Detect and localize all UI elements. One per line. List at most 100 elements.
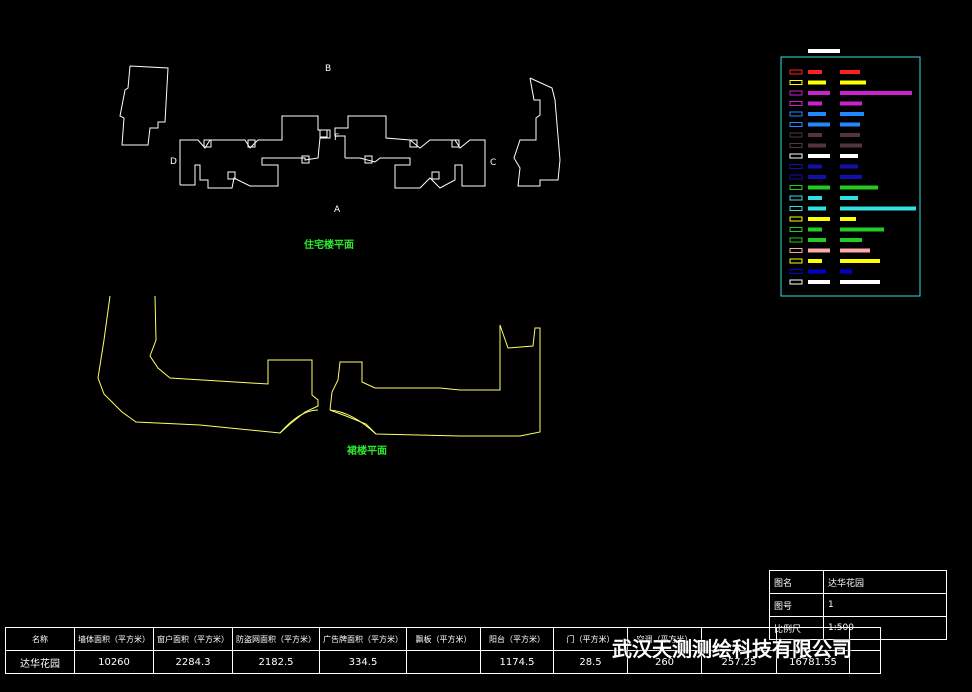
- legend-swatch: [789, 185, 803, 190]
- legend-bar: [840, 248, 870, 253]
- legend-bar: [808, 238, 826, 242]
- legend-bar: [840, 217, 856, 221]
- legend-bar: [808, 122, 830, 127]
- table-value-cell: 2182.5: [232, 650, 320, 674]
- podium-plan-right: [329, 324, 541, 437]
- legend-bar: [840, 91, 912, 95]
- legend-bar: [808, 143, 826, 148]
- legend-bar: [840, 70, 860, 74]
- table-value-cell: 2284.3: [153, 650, 233, 674]
- label-f: F: [334, 133, 340, 143]
- title-key: 图号: [769, 593, 824, 617]
- legend-bar: [808, 206, 826, 211]
- legend-bar: [808, 91, 830, 95]
- legend-bar: [808, 280, 830, 284]
- legend-swatch: [789, 279, 803, 285]
- legend-bar: [808, 185, 830, 190]
- legend-bar: [840, 206, 916, 211]
- legend-swatch: [789, 227, 803, 232]
- legend-bar: [840, 175, 862, 179]
- legend-bar: [840, 154, 858, 158]
- left-building-outline: [119, 65, 169, 146]
- legend-bar: [808, 133, 822, 137]
- table-header-cell: 阳台（平方米）: [480, 627, 554, 651]
- legend-bar: [808, 175, 826, 179]
- legend-bar: [808, 196, 822, 200]
- legend-swatch: [789, 248, 803, 253]
- right-building-outline: [513, 77, 561, 187]
- label-b: B: [325, 64, 332, 74]
- legend-bar: [840, 238, 862, 242]
- residential-plan-details: [203, 129, 460, 180]
- legend-swatch: [789, 237, 803, 243]
- legend-swatch: [789, 269, 803, 274]
- legend-swatch: [789, 132, 803, 138]
- legend-bar: [840, 143, 862, 148]
- title-value: 达华花园: [823, 570, 947, 594]
- legend-bar: [808, 269, 826, 274]
- legend-bar: [840, 259, 880, 263]
- table-header-cell: 窗户面积（平方米）: [153, 627, 233, 651]
- title-value: 1: [823, 593, 947, 617]
- table-header-cell: 墙体面积（平方米）: [74, 627, 154, 651]
- legend-swatch: [789, 206, 803, 211]
- legend-header-bar: [808, 49, 840, 53]
- legend-bar: [840, 122, 860, 127]
- legend-bar: [840, 185, 878, 190]
- legend-swatch: [789, 258, 803, 264]
- legend-bar: [840, 101, 862, 106]
- legend-bar: [840, 112, 864, 116]
- label-d: D: [170, 157, 177, 167]
- table-value-cell: 1174.5: [480, 650, 554, 674]
- lower-plan-title: 裙楼平面: [347, 446, 387, 457]
- label-a: A: [334, 205, 341, 215]
- legend-bar: [840, 196, 858, 200]
- table-header-cell: 名称: [5, 627, 75, 651]
- legend-bar: [840, 133, 860, 137]
- legend-bar: [808, 227, 822, 232]
- legend-bar: [840, 280, 880, 284]
- residential-plan-left: [179, 115, 331, 189]
- legend-rows: [789, 69, 916, 285]
- podium-plan-left: [97, 295, 319, 434]
- legend-bar: [808, 154, 830, 158]
- legend-swatch: [789, 216, 803, 222]
- label-c: C: [490, 158, 497, 168]
- legend-swatch: [789, 174, 803, 180]
- table-value-cell: [849, 650, 881, 674]
- legend-bar: [808, 217, 830, 221]
- legend-swatch: [789, 122, 803, 127]
- legend-bar: [808, 259, 822, 263]
- legend-swatch: [789, 111, 803, 117]
- upper-plan-title: 住宅楼平面: [304, 240, 354, 251]
- table-header-cell: 防盗网面积（平方米）: [232, 627, 320, 651]
- legend-bar: [808, 248, 830, 253]
- legend-bar: [840, 227, 884, 232]
- table-value-cell: 334.5: [319, 650, 407, 674]
- legend-bar: [840, 164, 858, 169]
- legend-swatch: [789, 195, 803, 201]
- cad-drawing-canvas: { "labels": { "b": "B", "a": "A", "c": "…: [0, 0, 972, 692]
- legend-swatch: [789, 101, 803, 106]
- legend-bar: [808, 101, 822, 106]
- legend-swatch: [789, 80, 803, 85]
- legend-swatch: [789, 90, 803, 96]
- legend-bar: [840, 269, 852, 274]
- title-key: 图名: [769, 570, 824, 594]
- legend-swatch: [789, 164, 803, 169]
- table-value-cell: 10260: [74, 650, 154, 674]
- podium-entrance-arc: [279, 409, 377, 435]
- table-value-cell: [406, 650, 481, 674]
- legend-bar: [808, 70, 822, 74]
- legend-bar: [808, 112, 826, 116]
- table-header-cell: 广告牌面积（平方米）: [319, 627, 407, 651]
- legend-swatch: [789, 143, 803, 148]
- legend-swatch: [789, 69, 803, 75]
- table-header-cell: 飘板（平方米）: [406, 627, 481, 651]
- legend-swatch: [789, 153, 803, 159]
- residential-plan-right: [334, 115, 486, 189]
- watermark-text: 武汉天测测绘科技有限公司: [612, 637, 852, 661]
- legend-bar: [840, 80, 866, 85]
- table-value-cell: 达华花园: [5, 650, 75, 674]
- legend-bar: [808, 80, 826, 85]
